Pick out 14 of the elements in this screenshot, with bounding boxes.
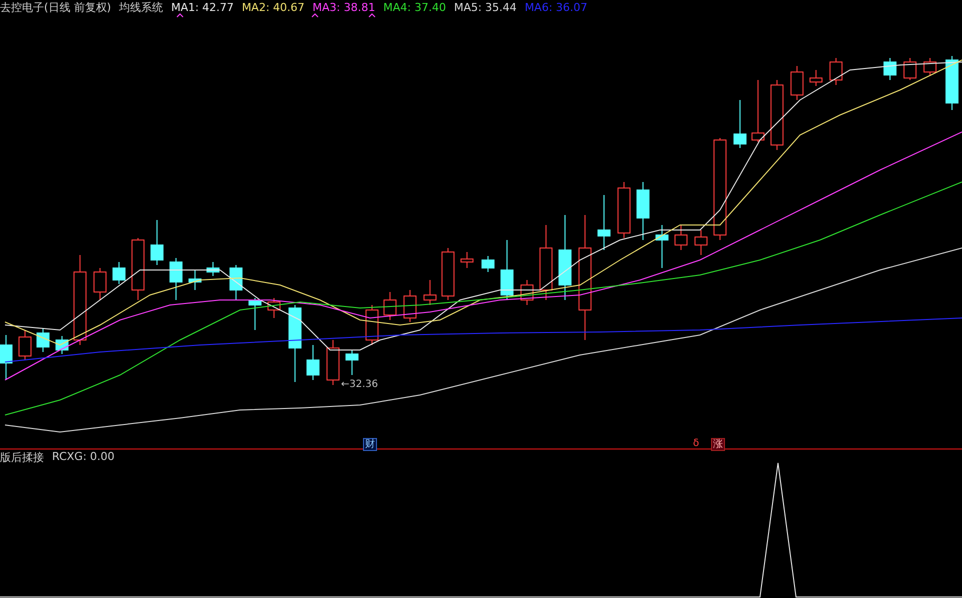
event-marker: 涨: [711, 438, 725, 451]
moving-average-reading: MA4: 37.40: [383, 1, 446, 14]
event-marker: 财: [363, 438, 377, 451]
price-label: ←32.36: [341, 379, 378, 390]
moving-average-reading: MA2: 40.67: [242, 1, 305, 14]
indicator-name: 版后揉接: [0, 450, 44, 465]
moving-average-reading: MA6: 36.07: [524, 1, 588, 14]
indicator-reading: RCXG: 0.00: [52, 450, 115, 465]
event-marker: δ: [692, 438, 700, 449]
stock-title: 去控电子(日线 前复权): [0, 0, 112, 15]
moving-average-reading: MA3: 38.81: [312, 1, 376, 14]
moving-average-reading: MA1: 42.77: [171, 1, 234, 14]
indicator-name: 均线系统: [119, 0, 164, 15]
moving-average-reading: MA5: 35.44: [454, 1, 517, 14]
